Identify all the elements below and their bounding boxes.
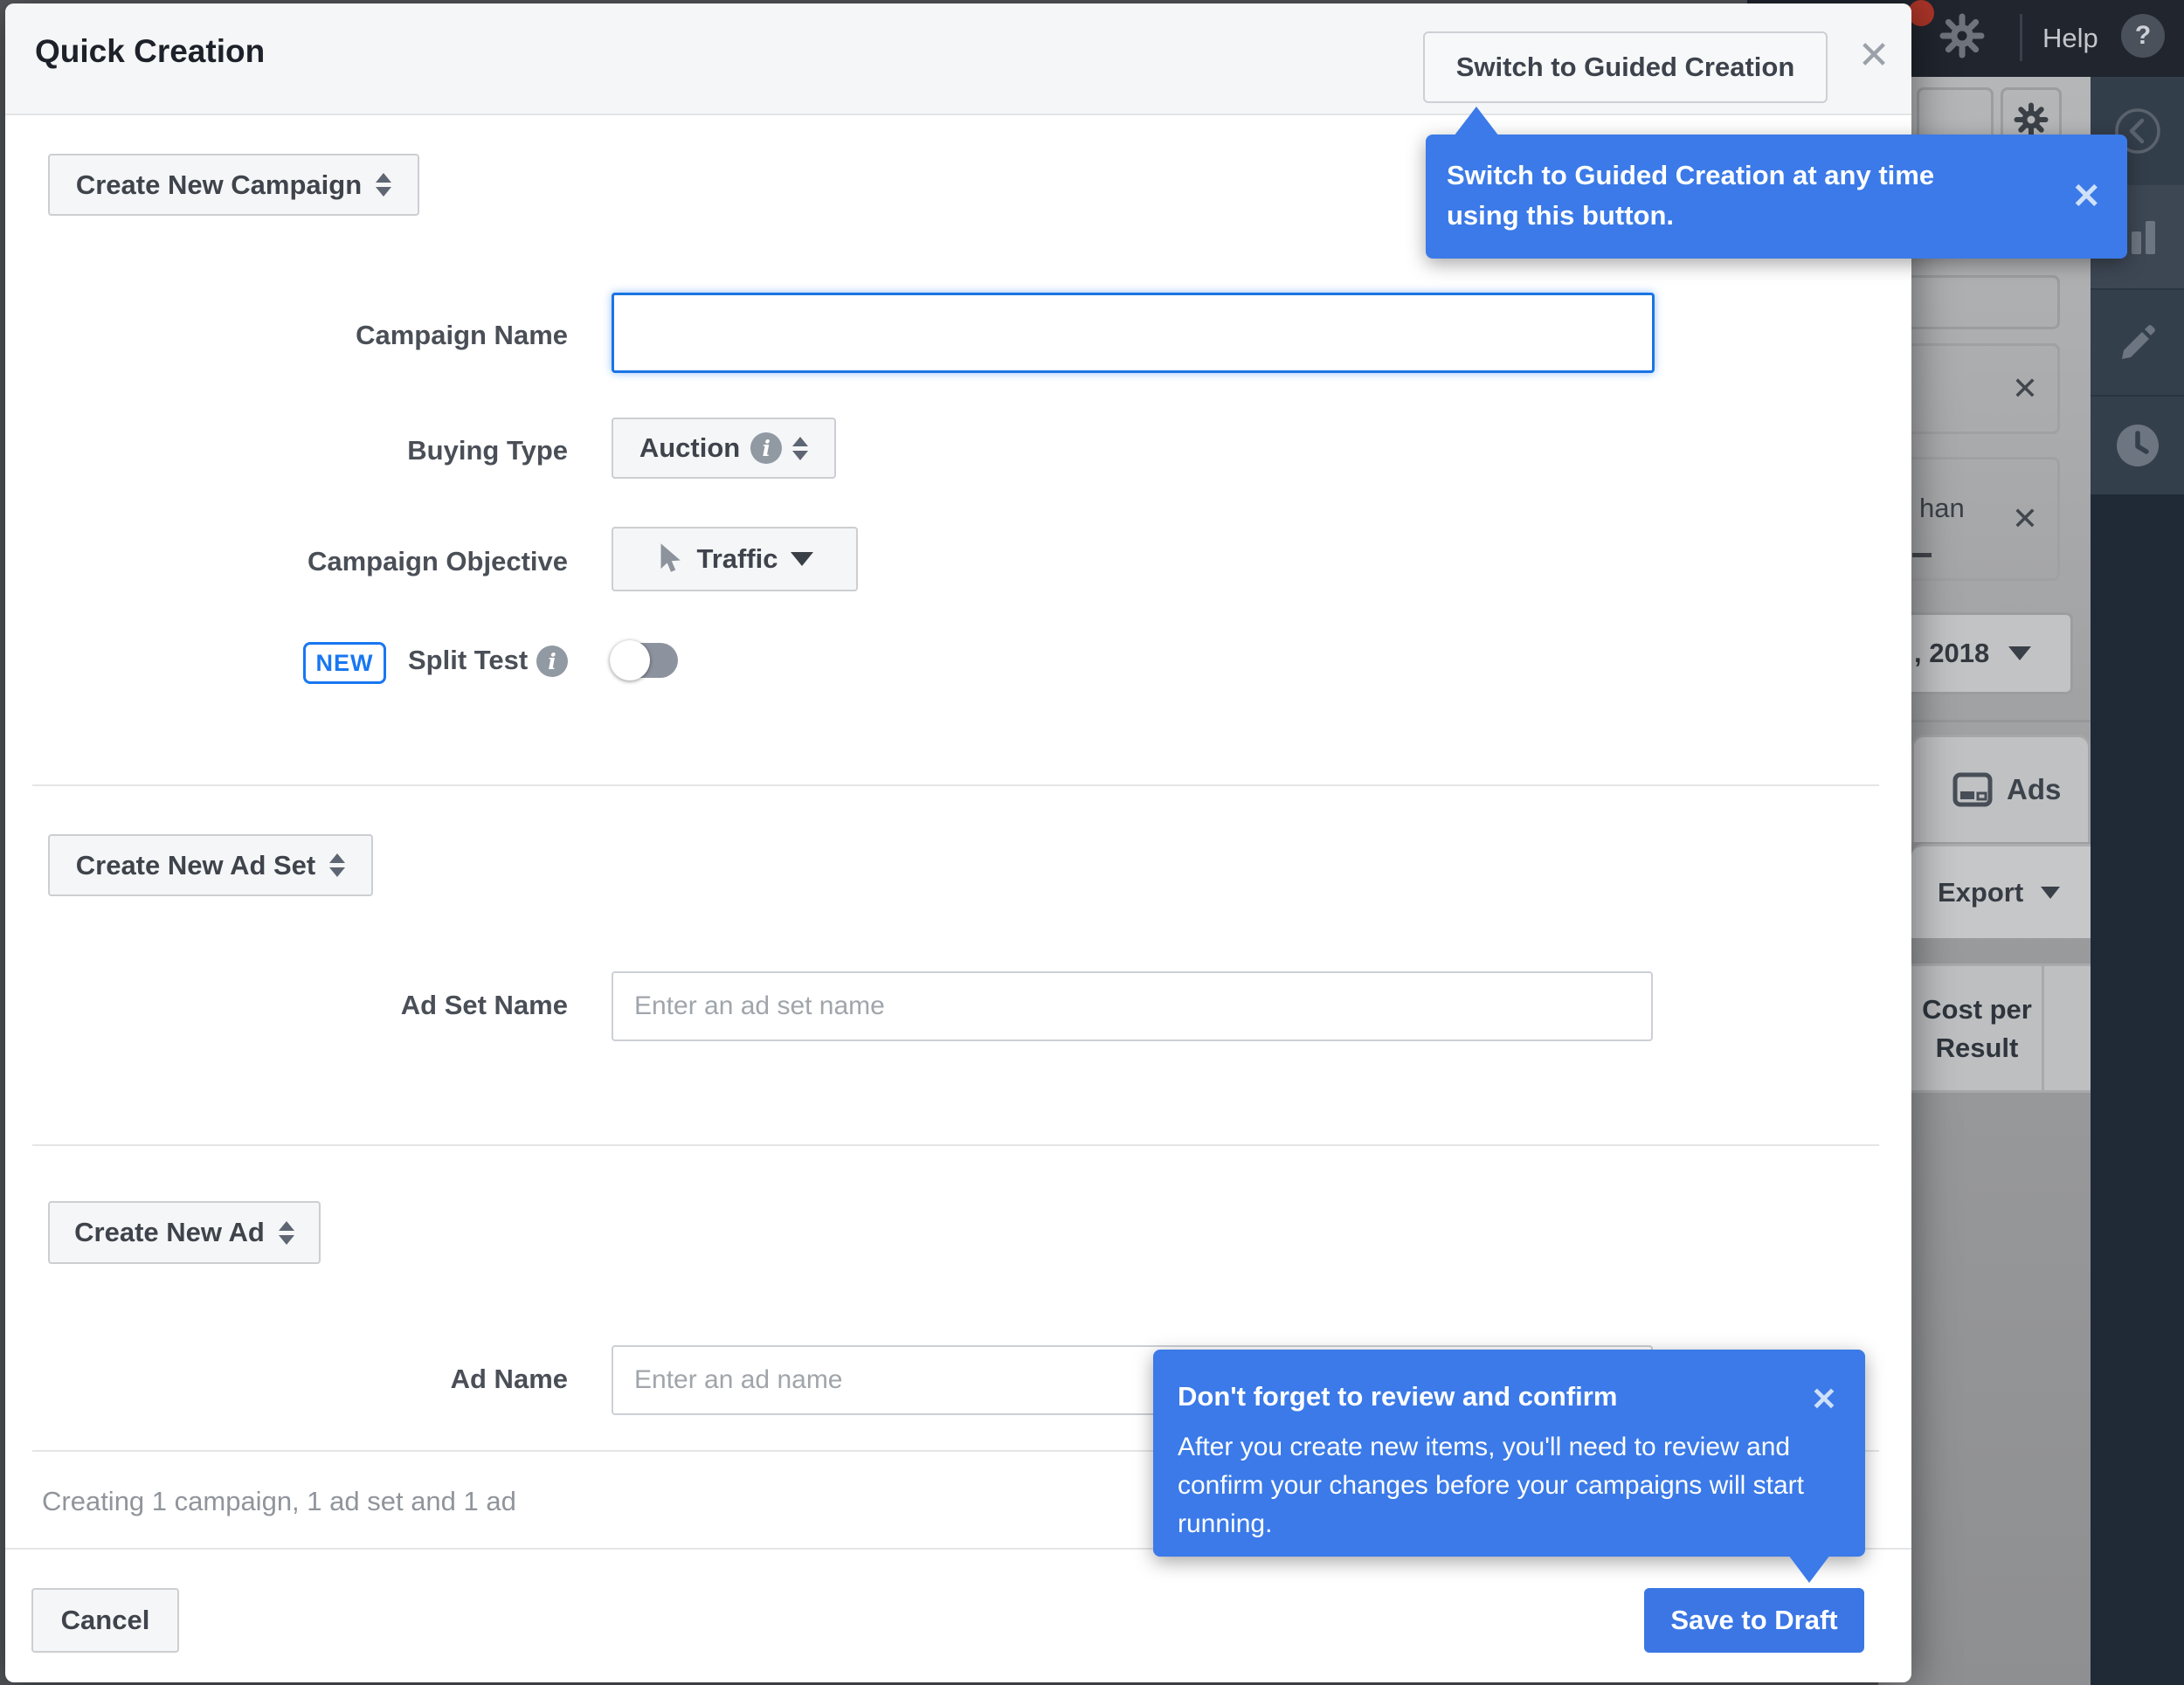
sidebar-item-history[interactable] xyxy=(2091,395,2184,494)
pencil-icon xyxy=(2121,325,2155,359)
background-filter-chip: ✕ xyxy=(1896,343,2060,434)
close-icon[interactable]: ✕ xyxy=(1811,1381,1837,1418)
filter-chip-text: han xyxy=(1919,493,1965,523)
ad-name-label: Ad Name xyxy=(450,1364,568,1394)
campaign-name-input[interactable] xyxy=(612,293,1655,373)
review-tooltip-title: Don't forget to review and confirm xyxy=(1178,1381,1618,1412)
new-badge: NEW xyxy=(303,642,386,684)
switch-to-guided-creation-button[interactable]: Switch to Guided Creation xyxy=(1423,31,1828,103)
filter-chip-dash xyxy=(1912,553,1932,557)
sort-arrows-icon xyxy=(329,853,346,877)
split-test-label: Split Test xyxy=(408,645,529,675)
toggle-knob xyxy=(610,640,650,680)
create-new-ad-selector[interactable]: Create New Ad xyxy=(48,1201,321,1264)
campaign-name-label: Campaign Name xyxy=(356,320,568,350)
campaign-objective-selector[interactable]: Traffic xyxy=(612,527,858,591)
export-label: Export xyxy=(1938,876,2024,908)
close-icon[interactable]: ✕ xyxy=(1848,30,1900,82)
sort-arrows-icon xyxy=(278,1220,294,1245)
remove-filter-icon[interactable]: ✕ xyxy=(2012,370,2038,407)
create-new-campaign-selector[interactable]: Create New Campaign xyxy=(48,154,419,216)
ad-set-name-input[interactable] xyxy=(612,971,1653,1041)
clock-icon xyxy=(2116,425,2159,466)
table-header: Cost per Result xyxy=(1911,963,2091,1093)
close-icon[interactable]: ✕ xyxy=(2071,176,2101,217)
campaign-objective-label: Campaign Objective xyxy=(307,546,568,577)
info-icon[interactable]: i xyxy=(750,432,783,464)
switch-tooltip-text: Switch to Guided Creation at any time us… xyxy=(1447,160,1935,231)
create-new-ad-label: Create New Ad xyxy=(74,1217,265,1247)
create-new-ad-set-label: Create New Ad Set xyxy=(75,849,316,880)
buying-type-value: Auction xyxy=(639,432,741,463)
cancel-button[interactable]: Cancel xyxy=(31,1588,179,1653)
create-new-campaign-label: Create New Campaign xyxy=(75,169,363,200)
tab-ads[interactable]: Ads xyxy=(1911,735,2091,842)
chevron-down-icon xyxy=(2041,886,2061,899)
remove-filter-icon[interactable]: ✕ xyxy=(2012,501,2038,537)
background-filter-chip-2: han ✕ xyxy=(1896,457,2060,581)
column-header-cost-per-result[interactable]: Cost per xyxy=(1911,994,2042,1026)
gear-icon[interactable] xyxy=(1938,11,1987,65)
navbar-divider xyxy=(2020,14,2022,61)
background-filter-row xyxy=(1896,275,2060,329)
info-icon[interactable]: i xyxy=(536,646,568,677)
chevron-down-icon xyxy=(2008,646,2032,660)
tooltip-arrow xyxy=(1788,1555,1830,1583)
screen: Help ? ✕ han ✕ , 2018 Ads Export Cost pe… xyxy=(0,0,2184,1685)
creation-summary-text: Creating 1 campaign, 1 ad set and 1 ad xyxy=(42,1486,516,1516)
modal-title: Quick Creation xyxy=(35,33,266,69)
sidebar-item-edit[interactable] xyxy=(2091,288,2184,395)
ads-icon xyxy=(1952,772,1993,807)
chevron-down-icon xyxy=(790,552,813,566)
modal-header: Quick Creation Switch to Guided Creation… xyxy=(5,3,1911,115)
cursor-icon xyxy=(661,543,681,572)
section-divider xyxy=(32,784,1879,786)
tooltip-arrow xyxy=(1454,107,1499,136)
right-sidebar xyxy=(2091,77,2184,1685)
help-icon[interactable]: ? xyxy=(2121,14,2165,58)
review-tooltip: Don't forget to review and confirm After… xyxy=(1153,1350,1865,1583)
section-divider xyxy=(32,1144,1879,1146)
help-link[interactable]: Help xyxy=(2042,23,2098,54)
sort-arrows-icon xyxy=(792,436,809,460)
ad-set-name-label: Ad Set Name xyxy=(400,990,568,1020)
buying-type-label: Buying Type xyxy=(407,435,568,466)
review-tooltip-body: After you create new items, you'll need … xyxy=(1178,1433,1804,1538)
date-range-text: , 2018 xyxy=(1914,638,1990,668)
export-dropdown[interactable]: Export xyxy=(1911,844,2091,938)
ads-tab-label: Ads xyxy=(2007,773,2062,805)
sort-arrows-icon xyxy=(376,173,392,197)
switch-tooltip: Switch to Guided Creation at any time us… xyxy=(1426,107,2127,259)
split-test-toggle[interactable] xyxy=(610,640,678,680)
column-divider xyxy=(2042,966,2044,1090)
save-to-draft-button[interactable]: Save to Draft xyxy=(1644,1588,1864,1653)
notification-dot xyxy=(1908,0,1934,26)
settings-gear-icon xyxy=(2014,102,2049,137)
campaign-objective-value: Traffic xyxy=(696,543,778,574)
date-range-selector[interactable]: , 2018 xyxy=(1896,612,2073,694)
buying-type-selector[interactable]: Auction i xyxy=(612,418,836,479)
create-new-ad-set-selector[interactable]: Create New Ad Set xyxy=(48,834,373,896)
background-divider xyxy=(1911,720,2091,722)
